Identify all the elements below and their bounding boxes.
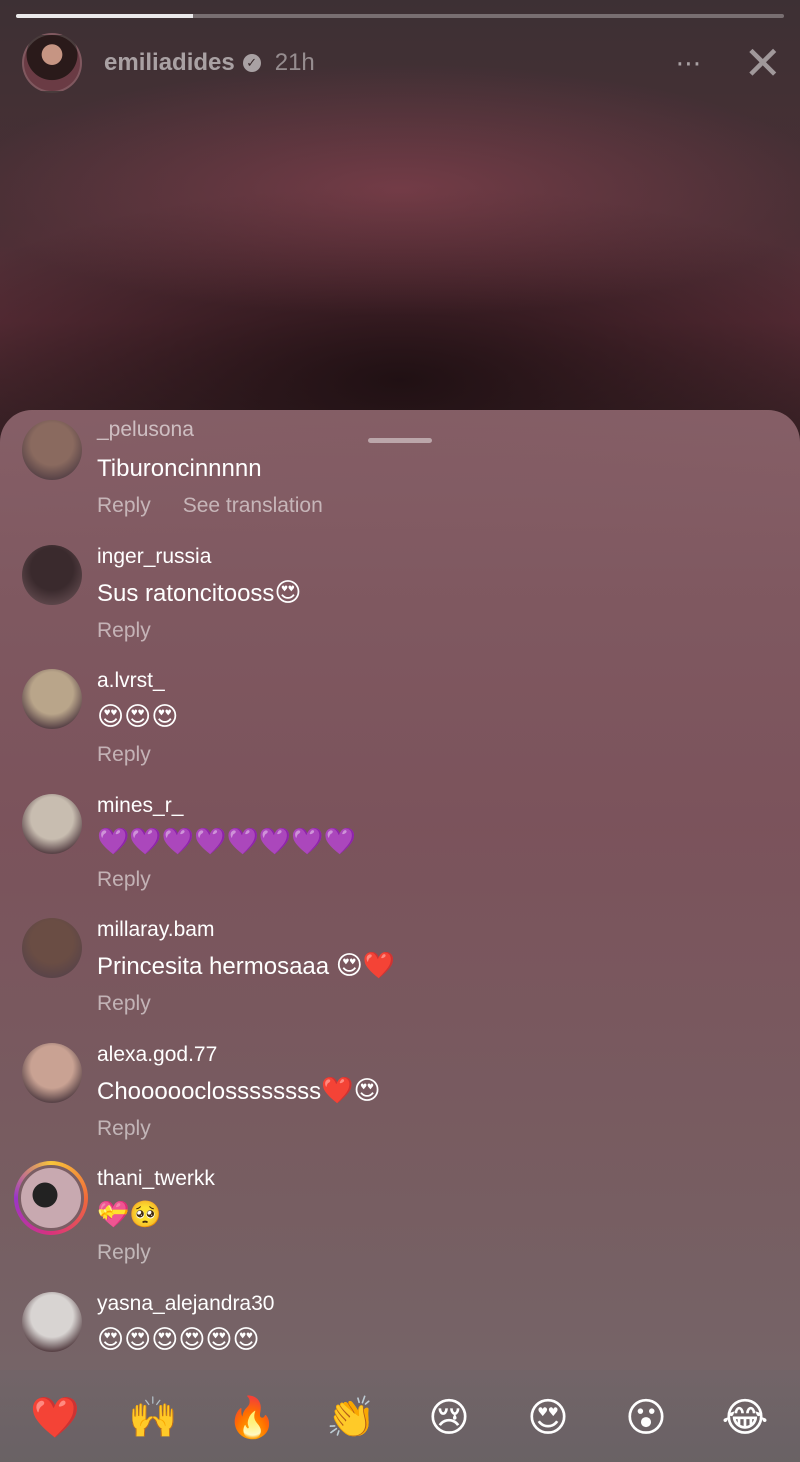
comment-avatar[interactable] bbox=[22, 420, 82, 480]
comment-emoji: 😍😍😍😍😍😍 bbox=[97, 1323, 260, 1354]
comment-text: Choooooclossssssss❤️😍 bbox=[97, 1075, 381, 1106]
comment-avatar[interactable] bbox=[22, 1042, 82, 1103]
comment-text: Sus ratoncitooss😍 bbox=[97, 577, 302, 608]
verified-badge-icon: ✓ bbox=[242, 54, 261, 72]
comment-emoji: 😍❤️ bbox=[335, 950, 396, 980]
comment-text-body: Sus ratoncitooss bbox=[97, 579, 275, 607]
comment-username[interactable]: millaray.bam bbox=[97, 918, 214, 942]
comment-avatar[interactable] bbox=[22, 544, 82, 605]
comment-emoji: ❤️😍 bbox=[321, 1074, 381, 1105]
comment-text: 😍😍😍 bbox=[97, 701, 178, 732]
comment-username[interactable]: _pelusona bbox=[97, 418, 194, 442]
reply-button[interactable]: Reply bbox=[97, 743, 151, 767]
story-progress-bar bbox=[16, 14, 784, 18]
reply-button[interactable]: Reply bbox=[97, 992, 151, 1016]
comment-avatar[interactable] bbox=[22, 793, 82, 854]
comment-username[interactable]: inger_russia bbox=[97, 545, 211, 569]
reaction-button[interactable]: 😮 bbox=[618, 1390, 674, 1446]
story-username[interactable]: emiliadides bbox=[104, 49, 235, 77]
comment-item: mines_r_ 💜💜💜💜💜💜💜💜 Reply bbox=[0, 788, 800, 912]
reaction-button[interactable]: 🔥 bbox=[224, 1390, 280, 1446]
reply-button[interactable]: Reply bbox=[97, 1241, 151, 1265]
comment-username[interactable]: mines_r_ bbox=[97, 794, 183, 818]
comment-emoji: 😍😍😍 bbox=[97, 701, 179, 731]
comment-actions: Reply bbox=[97, 868, 151, 892]
comment-avatar[interactable] bbox=[22, 669, 82, 729]
comment-avatar[interactable] bbox=[22, 918, 82, 978]
reply-button[interactable]: Reply bbox=[97, 494, 151, 518]
comment-text-body: Tiburoncinnnnn bbox=[97, 455, 262, 482]
comment-text: 💜💜💜💜💜💜💜💜 bbox=[97, 826, 356, 857]
comment-text-body: Choooooclossssssss bbox=[97, 1077, 322, 1105]
comment-avatar[interactable] bbox=[22, 1291, 82, 1352]
comment-item: thani_twerkk 💝🥺 Reply bbox=[0, 1161, 800, 1285]
comment-item: a.lvrst_ 😍😍😍 Reply bbox=[0, 663, 800, 787]
story-progress-fill bbox=[16, 14, 193, 18]
comment-actions: Reply bbox=[97, 1117, 151, 1141]
comment-emoji: 💝🥺 bbox=[97, 1199, 162, 1229]
comment-actions: Reply bbox=[97, 1241, 151, 1265]
reaction-button[interactable]: 😍 bbox=[520, 1390, 576, 1446]
comment-item: _pelusona Tiburoncinnnnn Reply See translat… bbox=[0, 414, 800, 538]
comment-avatar[interactable] bbox=[14, 1161, 88, 1235]
comment-item: millaray.bam Princesita hermosaaa 😍❤️ Repl… bbox=[0, 912, 800, 1036]
comment-username[interactable]: thani_twerkk bbox=[97, 1167, 215, 1191]
see-translation-button[interactable]: See translation bbox=[183, 494, 323, 518]
comment-text: 😍😍😍😍😍😍 bbox=[97, 1324, 260, 1355]
comment-actions: Reply bbox=[97, 992, 151, 1016]
comment-text: Tiburoncinnnnn bbox=[97, 452, 262, 483]
comment-emoji: 💜💜💜💜💜💜💜💜 bbox=[97, 825, 356, 856]
comment-actions: Reply bbox=[97, 619, 151, 643]
comment-username[interactable]: alexa.god.77 bbox=[97, 1043, 217, 1067]
reply-button[interactable]: Reply bbox=[97, 619, 151, 643]
comment-emoji: 😍 bbox=[274, 576, 302, 607]
reaction-button[interactable]: 😂 bbox=[717, 1390, 773, 1446]
comment-text: 💝🥺 bbox=[97, 1199, 162, 1230]
comments-sheet: _pelusona Tiburoncinnnnn Reply See translat… bbox=[0, 410, 800, 1462]
close-icon[interactable]: ✕ bbox=[743, 40, 782, 86]
comment-item: alexa.god.77 Choooooclossssssss❤️😍 Reply bbox=[0, 1037, 800, 1161]
comment-username[interactable]: yasna_alejandra30 bbox=[97, 1292, 274, 1316]
reaction-button[interactable]: 🙌 bbox=[125, 1390, 181, 1446]
reply-button[interactable]: Reply bbox=[97, 868, 151, 892]
reply-button[interactable]: Reply bbox=[97, 1117, 151, 1141]
quick-reaction-bar: ❤️ 🙌 🔥 👏 😢 😍 😮 😂 bbox=[0, 1370, 800, 1462]
reaction-button[interactable]: ❤️ bbox=[27, 1390, 83, 1446]
reaction-button[interactable]: 👏 bbox=[323, 1390, 379, 1446]
story-time: 21h bbox=[274, 49, 315, 76]
comment-text-body: Princesita hermosaaa bbox=[97, 953, 336, 980]
comment-text: Princesita hermosaaa 😍❤️ bbox=[97, 950, 395, 981]
comment-actions: Reply See translation bbox=[97, 494, 323, 518]
story-ring-avatar bbox=[18, 1165, 84, 1231]
comment-actions: Reply bbox=[97, 743, 151, 767]
more-options-icon[interactable]: ⋯ bbox=[675, 48, 703, 79]
story-header: emiliadides ✓ 21h ⋯ ✕ bbox=[22, 32, 782, 94]
story-avatar[interactable] bbox=[22, 33, 82, 93]
comment-username[interactable]: a.lvrst_ bbox=[97, 669, 165, 693]
comment-item: inger_russia Sus ratoncitooss😍 Reply bbox=[0, 539, 800, 663]
reaction-button[interactable]: 😢 bbox=[421, 1390, 477, 1446]
